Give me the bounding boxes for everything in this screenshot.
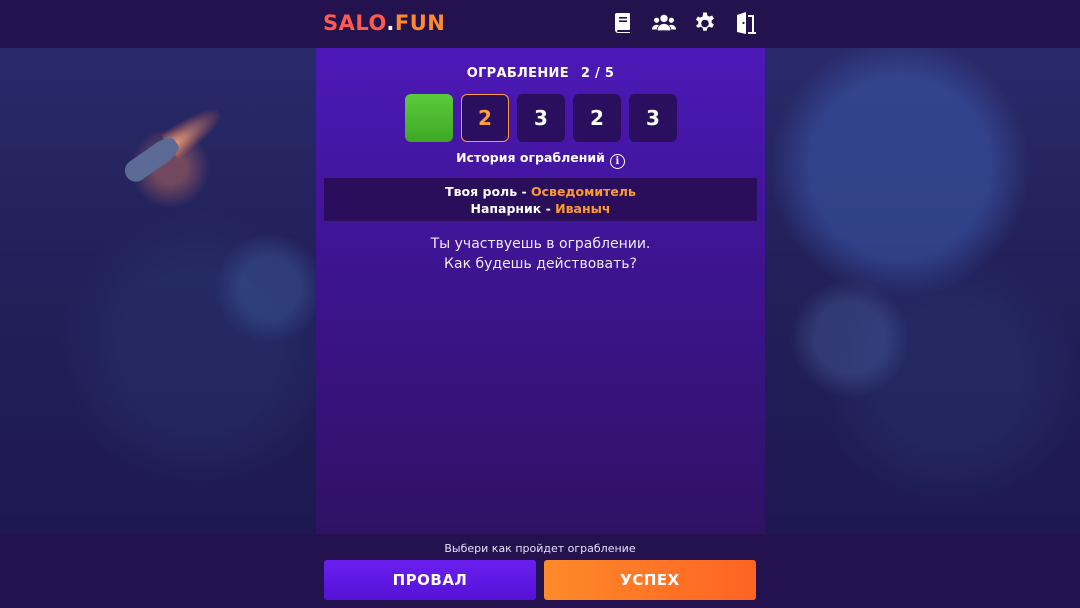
prompt-line-1: Ты участвуешь в ограблении. — [430, 236, 651, 252]
rocket-illustration — [116, 100, 228, 191]
info-icon[interactable]: i — [609, 154, 625, 169]
partner-label: Напарник - — [470, 201, 556, 216]
logo-fun: FUN — [394, 11, 446, 35]
round-box: 3 — [629, 94, 677, 142]
fail-button[interactable]: ПРОВАЛ — [324, 560, 536, 600]
action-hint: Выбери как пройдет ограбление — [444, 542, 636, 555]
rocket-body — [120, 133, 183, 186]
round-progress: 2 / 5 — [580, 66, 615, 81]
round-tracker: 2 3 2 3 — [405, 94, 677, 142]
users-icon[interactable] — [651, 10, 677, 36]
history-link[interactable]: История ограблений i — [316, 150, 765, 169]
success-button[interactable]: УСПЕХ — [544, 560, 756, 600]
round-box-current: 2 — [461, 94, 509, 142]
logo-salo: SALO — [323, 11, 387, 35]
role-line: Твоя роль - Осведомитель — [324, 183, 757, 200]
top-icons — [610, 10, 759, 36]
action-bar: Выбери как пройдет ограбление ПРОВАЛ УСП… — [0, 534, 1080, 608]
gear-icon[interactable] — [692, 10, 718, 36]
exit-door-icon[interactable] — [733, 10, 759, 36]
round-box: 2 — [573, 94, 621, 142]
round-box: 3 — [517, 94, 565, 142]
partner-line: Напарник - Иваныч — [324, 200, 757, 217]
top-bar: SALO.FUN — [0, 0, 1080, 48]
logo[interactable]: SALO.FUN — [323, 11, 445, 35]
round-box-completed — [405, 94, 453, 142]
partner-value: Иваныч — [555, 201, 611, 216]
round-title-label: ОГРАБЛЕНИЕ — [466, 66, 569, 81]
history-label: История ограблений — [456, 150, 605, 165]
role-info-box: Твоя роль - Осведомитель Напарник - Иван… — [324, 178, 757, 221]
book-icon[interactable] — [610, 10, 636, 36]
prompt-line-2: Как будешь действовать? — [444, 256, 637, 272]
role-label: Твоя роль - — [445, 184, 531, 199]
logo-dot: . — [386, 11, 395, 35]
role-value: Осведомитель — [531, 184, 636, 199]
prompt-message: Ты участвуешь в ограблении. Как будешь д… — [316, 234, 765, 274]
round-title: ОГРАБЛЕНИЕ 2 / 5 — [316, 66, 765, 81]
game-panel: ОГРАБЛЕНИЕ 2 / 5 2 3 2 3 История ограблен… — [316, 48, 765, 534]
